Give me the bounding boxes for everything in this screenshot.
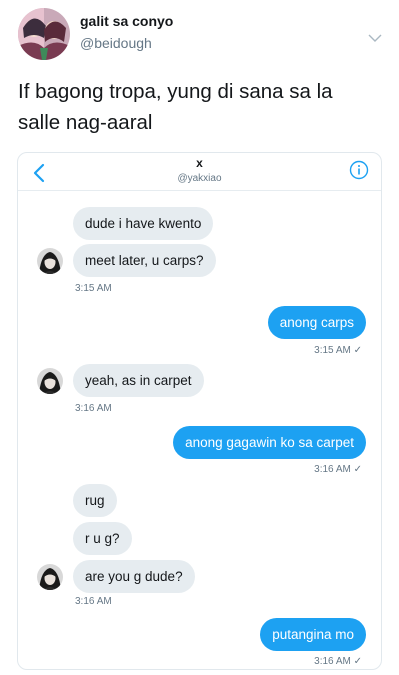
- received-message-bubble[interactable]: are you g dude?: [73, 560, 195, 593]
- received-message-bubble[interactable]: dude i have kwento: [73, 207, 214, 240]
- received-message-bubble[interactable]: yeah, as in carpet: [73, 364, 204, 397]
- info-icon[interactable]: [349, 160, 369, 180]
- dm-screenshot: x @yakxiao dude i have kwento meet later,…: [17, 152, 382, 670]
- conversation-title: x: [196, 156, 203, 170]
- sender-avatar[interactable]: [37, 248, 63, 274]
- message-timestamp: 3:15 AM ✓: [314, 345, 362, 356]
- sender-avatar[interactable]: [37, 368, 63, 394]
- sent-message-bubble[interactable]: putangina mo: [260, 618, 366, 651]
- sent-message-bubble[interactable]: anong gagawin ko sa carpet: [173, 426, 366, 459]
- message-timestamp: 3:16 AM: [75, 596, 112, 607]
- display-name[interactable]: galit sa conyo: [80, 13, 173, 29]
- received-message-bubble[interactable]: r u g?: [73, 522, 132, 555]
- conversation-handle: @yakxiao: [177, 173, 222, 184]
- message-timestamp: 3:16 AM ✓: [314, 464, 362, 475]
- message-timestamp: 3:16 AM: [75, 403, 112, 414]
- message-timestamp: 3:16 AM ✓: [314, 656, 362, 667]
- header-divider: [18, 190, 381, 191]
- sent-message-bubble[interactable]: anong carps: [267, 306, 366, 339]
- avatar[interactable]: [18, 8, 70, 60]
- sender-avatar[interactable]: [37, 564, 63, 590]
- received-message-bubble[interactable]: rug: [73, 484, 117, 517]
- user-handle[interactable]: @beidough: [80, 35, 152, 51]
- received-message-bubble[interactable]: meet later, u carps?: [73, 244, 216, 277]
- tweet-text: If bagong tropa, yung di sana sa la sall…: [18, 80, 333, 134]
- chevron-down-icon[interactable]: [368, 30, 382, 42]
- message-timestamp: 3:15 AM: [75, 283, 112, 294]
